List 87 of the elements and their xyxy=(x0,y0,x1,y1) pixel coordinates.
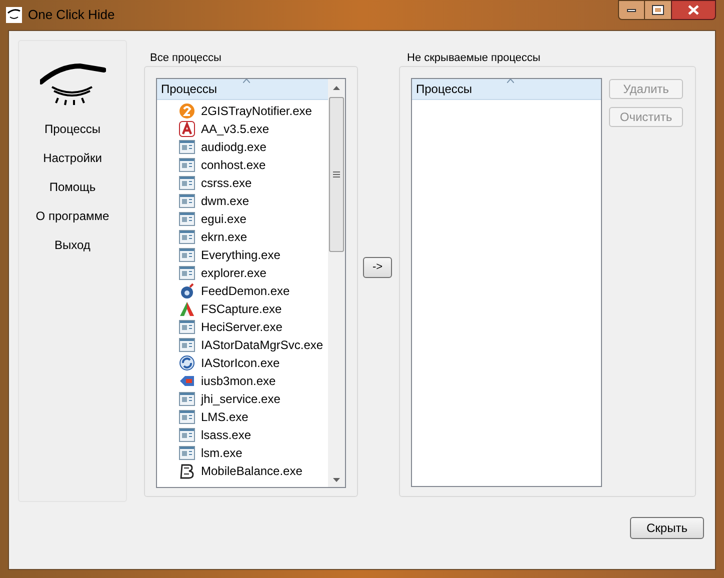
sidebar-link[interactable]: Помощь xyxy=(49,179,96,195)
maximize-button[interactable] xyxy=(645,0,671,20)
column-header[interactable]: Процессы xyxy=(157,79,328,100)
sidebar-link[interactable]: Выход xyxy=(54,237,90,253)
process-row[interactable]: explorer.exe xyxy=(157,264,328,282)
triangle-icon xyxy=(179,301,195,317)
process-name: dwm.exe xyxy=(201,193,250,210)
process-row[interactable]: IAStorIcon.exe xyxy=(157,354,328,372)
app-window-icon xyxy=(179,248,195,262)
process-name: AA_v3.5.exe xyxy=(201,121,270,138)
process-row[interactable]: Everything.exe xyxy=(157,246,328,264)
app-window-icon xyxy=(179,338,195,352)
app-window-icon xyxy=(179,410,195,424)
arrow-badge-icon xyxy=(179,374,195,388)
sort-caret-icon xyxy=(506,79,514,83)
app-window-icon xyxy=(179,194,195,208)
process-name: csrss.exe xyxy=(201,175,252,192)
process-row[interactable]: HeciServer.exe xyxy=(157,318,328,336)
letter-a-icon xyxy=(179,121,195,137)
process-row[interactable]: jhi_service.exe xyxy=(157,390,328,408)
app-window-icon xyxy=(179,158,195,172)
hide-button[interactable]: Скрыть xyxy=(630,517,704,539)
scroll-thumb[interactable] xyxy=(329,97,344,252)
process-name: FeedDemon.exe xyxy=(201,283,290,300)
letter-b-icon xyxy=(179,463,195,479)
app-window-icon xyxy=(179,266,195,280)
column-header[interactable]: Процессы xyxy=(412,79,601,100)
app-window-icon xyxy=(179,212,195,226)
close-icon xyxy=(688,5,699,15)
process-name: Everything.exe xyxy=(201,247,280,264)
process-name: HeciServer.exe xyxy=(201,319,282,336)
process-row[interactable]: dwm.exe xyxy=(157,192,328,210)
process-row[interactable]: conhost.exe xyxy=(157,156,328,174)
ball-icon xyxy=(179,283,195,299)
close-button[interactable] xyxy=(671,0,716,20)
process-name: lsass.exe xyxy=(201,427,252,444)
process-name: iusb3mon.exe xyxy=(201,373,276,390)
app-window-icon xyxy=(179,230,195,244)
scroll-down-icon xyxy=(333,478,340,482)
app-window-icon xyxy=(179,392,195,406)
process-row[interactable]: ekrn.exe xyxy=(157,228,328,246)
process-row[interactable]: MobileBalance.exe xyxy=(157,462,328,480)
process-name: MobileBalance.exe xyxy=(201,463,302,480)
sync-icon xyxy=(179,355,195,371)
process-row[interactable]: csrss.exe xyxy=(157,174,328,192)
process-name: jhi_service.exe xyxy=(201,391,280,408)
window-title: One Click Hide xyxy=(28,6,115,24)
app-window-icon xyxy=(179,446,195,460)
grip-icon xyxy=(333,171,340,178)
process-name: 2GISTrayNotifier.exe xyxy=(201,103,312,120)
process-name: IAStorIcon.exe xyxy=(201,355,280,372)
process-name: lsm.exe xyxy=(201,445,242,462)
minimize-button[interactable] xyxy=(618,0,645,20)
process-name: FSCapture.exe xyxy=(201,301,282,318)
process-row[interactable]: audiodg.exe xyxy=(157,138,328,156)
process-row[interactable]: 2GISTrayNotifier.exe xyxy=(157,102,328,120)
process-row[interactable]: FSCapture.exe xyxy=(157,300,328,318)
process-row[interactable]: lsm.exe xyxy=(157,444,328,462)
group-title: Не скрываемые процессы xyxy=(407,52,542,66)
sidebar-link[interactable]: Процессы xyxy=(44,121,100,137)
process-name: ekrn.exe xyxy=(201,229,248,246)
app-window-icon xyxy=(179,320,195,334)
app-window-icon xyxy=(179,140,195,154)
sort-caret-icon xyxy=(242,79,250,83)
process-row[interactable]: egui.exe xyxy=(157,210,328,228)
process-name: audiodg.exe xyxy=(201,139,266,156)
sidebar-link[interactable]: Настройки xyxy=(43,150,102,166)
process-name: egui.exe xyxy=(201,211,246,228)
scroll-bar[interactable] xyxy=(328,79,345,487)
process-name: IAStorDataMgrSvc.exe xyxy=(201,337,324,354)
move-right-button[interactable]: -> xyxy=(363,257,392,278)
scroll-up-icon xyxy=(333,86,340,90)
sidebar-link[interactable]: О программе xyxy=(36,208,110,224)
app-window-icon xyxy=(179,176,195,190)
app-window-icon xyxy=(179,428,195,442)
process-name: LMS.exe xyxy=(201,409,248,426)
process-row[interactable]: IAStorDataMgrSvc.exe xyxy=(157,336,328,354)
process-row[interactable]: LMS.exe xyxy=(157,408,328,426)
number-circle-icon xyxy=(179,103,195,119)
process-row[interactable]: AA_v3.5.exe xyxy=(157,120,328,138)
process-name: conhost.exe xyxy=(201,157,266,174)
app-eye-icon xyxy=(6,7,22,23)
process-name: explorer.exe xyxy=(201,265,266,282)
process-row[interactable]: FeedDemon.exe xyxy=(157,282,328,300)
group-title: Все процессы xyxy=(150,52,222,66)
process-row[interactable]: lsass.exe xyxy=(157,426,328,444)
process-row[interactable]: iusb3mon.exe xyxy=(157,372,328,390)
